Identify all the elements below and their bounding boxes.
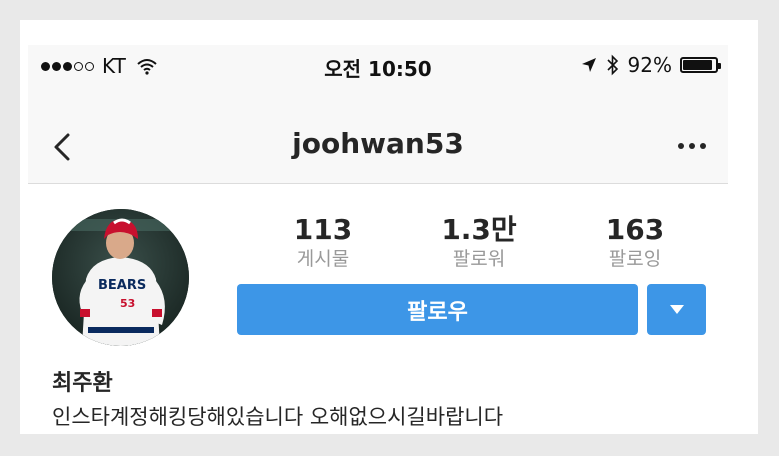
battery-fill <box>683 60 713 70</box>
following-label: 팔로잉 <box>608 248 662 270</box>
follow-button[interactable]: 팔로우 <box>237 284 638 335</box>
jersey-text: BEARS <box>98 278 146 293</box>
battery-percentage: 92% <box>627 53 672 77</box>
more-dot <box>678 143 684 149</box>
more-dot <box>689 143 695 149</box>
battery-icon <box>680 57 721 73</box>
phone-screen: KT 오전 10:50 92% joohwan53 BEARS 53 113 게… <box>28 45 728 434</box>
location-arrow-icon <box>581 58 596 72</box>
bluetooth-icon <box>606 54 618 76</box>
followers-count: 1.3만 <box>441 213 517 246</box>
stat-posts[interactable]: 113 게시물 <box>248 213 398 271</box>
more-options-icon[interactable] <box>678 143 706 149</box>
caret-down-icon <box>669 305 684 314</box>
profile-stats: 113 게시물 1.3만 팔로워 163 팔로잉 <box>238 213 708 273</box>
followers-label: 팔로워 <box>452 248 506 270</box>
stat-followers[interactable]: 1.3만 팔로워 <box>404 213 554 271</box>
profile-avatar[interactable]: BEARS 53 <box>52 209 189 346</box>
navigation-bar: joohwan53 <box>28 87 728 184</box>
profile-bio: 인스타계정해킹당해있습니다 오해없으시길바랍니다 <box>52 405 504 429</box>
status-bar: KT 오전 10:50 92% <box>28 45 728 87</box>
following-count: 163 <box>605 213 665 246</box>
stat-following[interactable]: 163 팔로잉 <box>560 213 710 271</box>
jersey-number: 53 <box>120 297 135 310</box>
status-right: 92% <box>580 53 721 77</box>
profile-display-name: 최주환 <box>52 371 113 396</box>
screenshot-frame: KT 오전 10:50 92% joohwan53 BEARS 53 113 게… <box>20 20 758 434</box>
profile-username-title: joohwan53 <box>292 127 464 160</box>
avatar-photo: BEARS 53 <box>52 209 189 346</box>
suggestions-dropdown-button[interactable] <box>647 284 706 335</box>
posts-count: 113 <box>293 213 353 246</box>
more-dot <box>700 143 706 149</box>
posts-label: 게시물 <box>296 248 350 270</box>
